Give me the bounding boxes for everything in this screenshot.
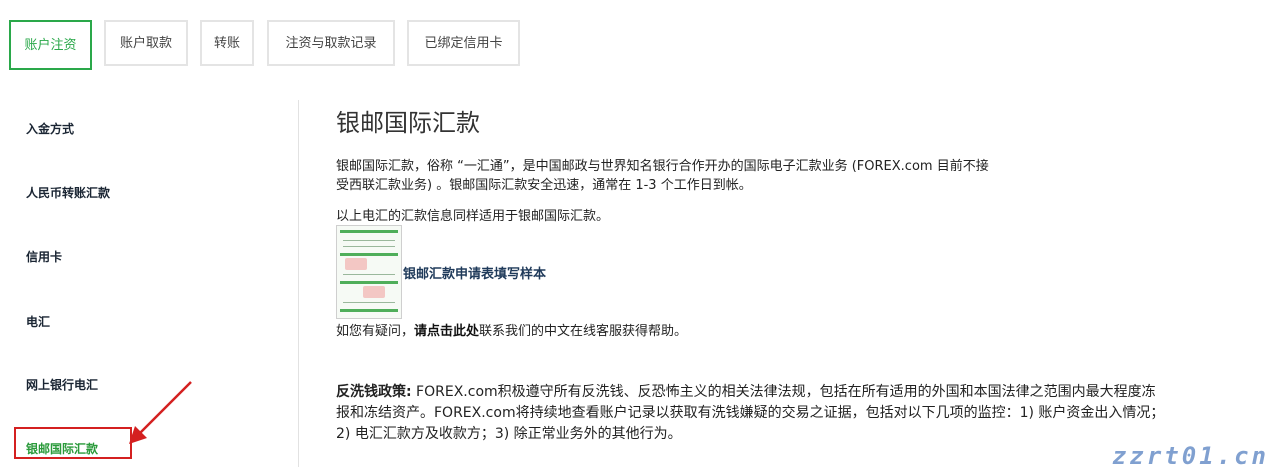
sidebar-item-credit-card[interactable]: 信用卡 (26, 248, 62, 265)
annotation-highlight-box (14, 427, 132, 459)
intro-paragraph: 银邮国际汇款，俗称 “一汇通”，是中国邮政与世界知名银行合作开办的国际电子汇款业… (336, 157, 1106, 195)
sidebar-item-rmb-transfer[interactable]: 人民币转账汇款 (26, 184, 110, 201)
sidebar-item-online-banking-wire[interactable]: 网上银行电汇 (26, 376, 98, 393)
annotation-arrow-icon (129, 381, 192, 444)
aml-policy-lead: 反洗钱政策: (336, 384, 412, 400)
help-suffix: 联系我们的中文在线客服获得帮助。 (479, 324, 688, 339)
tab-bound-cards[interactable]: 已绑定信用卡 (407, 20, 520, 66)
sidebar-item-deposit-methods[interactable]: 入金方式 (26, 120, 74, 137)
intro-line-2: 受西联汇款业务) 。银邮国际汇款安全迅速，通常在 1-3 个工作日到帐。 (336, 178, 752, 193)
sidebar-item-wire[interactable]: 电汇 (26, 313, 50, 330)
site-watermark: zzrt01.cn (1111, 442, 1269, 470)
aml-policy-line-2: 报和冻结资产。FOREX.com将持续地查看账户记录以获取有洗钱嫌疑的交易之证据… (336, 405, 1165, 421)
tab-history[interactable]: 注资与取款记录 (267, 20, 395, 66)
contact-link[interactable]: 请点击此处 (414, 324, 479, 339)
help-prefix: 如您有疑问， (336, 324, 415, 339)
tab-withdraw[interactable]: 账户取款 (104, 20, 188, 66)
wire-info-note: 以上电汇的汇款信息同样适用于银邮国际汇款。 (336, 209, 610, 224)
page-title: 银邮国际汇款 (336, 109, 480, 137)
aml-policy-line-1: FOREX.com积极遵守所有反洗钱、反恐怖主义的相关法律法规，包括在所有适用的… (411, 384, 1156, 400)
form-sample-thumbnail[interactable] (336, 225, 402, 319)
aml-policy: 反洗钱政策: FOREX.com积极遵守所有反洗钱、反恐怖主义的相关法律法规，包… (336, 382, 1281, 445)
tab-transfer[interactable]: 转账 (200, 20, 254, 66)
help-paragraph: 如您有疑问，请点击此处联系我们的中文在线客服获得帮助。 (336, 322, 687, 341)
tab-deposit[interactable]: 账户注资 (9, 20, 92, 70)
form-sample-link[interactable]: 银邮汇款申请表填写样本 (403, 263, 546, 282)
intro-line-1: 银邮国际汇款，俗称 “一汇通”，是中国邮政与世界知名银行合作开办的国际电子汇款业… (336, 159, 989, 174)
